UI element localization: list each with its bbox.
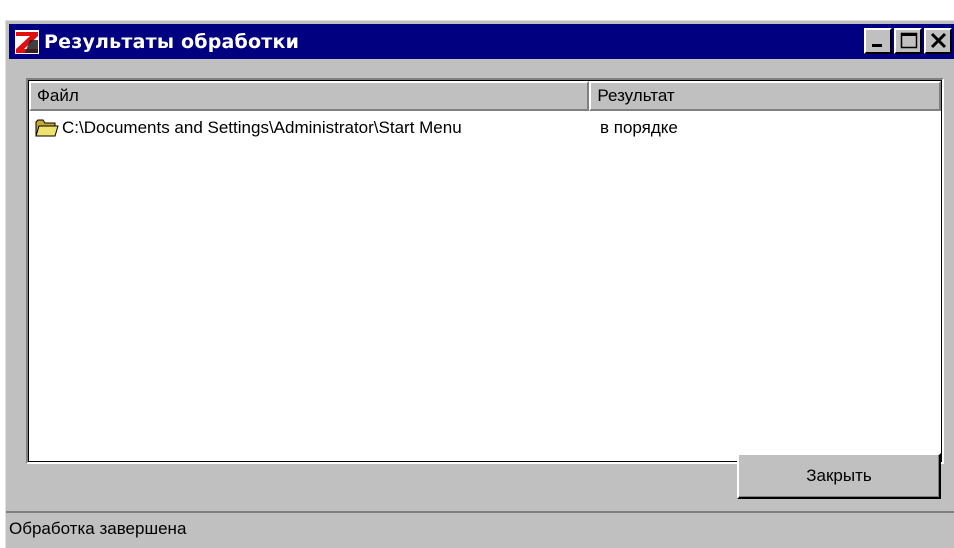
minimize-icon bbox=[872, 44, 882, 47]
window-controls bbox=[864, 28, 952, 54]
folder-icon bbox=[35, 119, 59, 137]
results-list[interactable]: Файл Результат C:\Documents and Settings… bbox=[26, 78, 944, 464]
results-window: Результаты обработки Файл Результат C:\D… bbox=[5, 20, 954, 548]
close-icon bbox=[930, 32, 947, 49]
close-button[interactable]: Закрыть bbox=[737, 453, 941, 499]
column-header-file[interactable]: Файл bbox=[29, 81, 590, 111]
list-header: Файл Результат bbox=[29, 81, 941, 111]
title-bar[interactable]: Результаты обработки bbox=[9, 24, 954, 59]
status-bar: Обработка завершена bbox=[6, 511, 954, 547]
list-item[interactable]: C:\Documents and Settings\Administrator\… bbox=[29, 113, 678, 143]
maximize-button[interactable] bbox=[894, 28, 922, 54]
file-path: C:\Documents and Settings\Administrator\… bbox=[62, 118, 462, 137]
window-title: Результаты обработки bbox=[44, 30, 300, 53]
close-window-button[interactable] bbox=[924, 28, 952, 54]
result-text: в порядке bbox=[600, 118, 678, 137]
red-z-app-icon bbox=[15, 29, 39, 54]
column-header-result[interactable]: Результат bbox=[589, 81, 941, 111]
file-cell: C:\Documents and Settings\Administrator\… bbox=[29, 118, 590, 138]
maximize-icon bbox=[900, 32, 918, 49]
minimize-button[interactable] bbox=[864, 28, 892, 54]
status-text: Обработка завершена bbox=[9, 519, 187, 538]
